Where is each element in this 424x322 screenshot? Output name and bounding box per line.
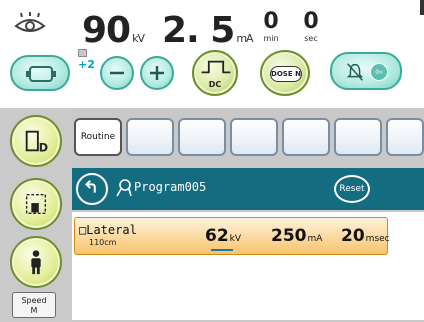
row-kv: 62kV (205, 226, 241, 246)
speed-label: Speed (21, 296, 47, 305)
step-value: +2 (78, 58, 95, 71)
min-unit: min (263, 34, 279, 43)
tab-routine[interactable]: Routine (74, 118, 122, 156)
row-ma-value: 250 (271, 226, 307, 246)
tab-empty-6[interactable] (386, 118, 424, 156)
kv-readout: 90 kV (82, 10, 145, 51)
alarm-count-label: 0» (375, 68, 383, 76)
dose-button[interactable]: DOSE N (260, 50, 310, 96)
alarm-mute-button[interactable]: 0» (330, 52, 402, 90)
row-kv-value: 62 (205, 226, 229, 246)
detector-button[interactable] (10, 55, 70, 91)
layout-button[interactable] (10, 178, 62, 230)
top-status-bar: 90 kV 2. 5 mA 0 min 0 sec +2 DC DOSE N 0… (0, 0, 424, 108)
tab-label: Routine (80, 132, 116, 142)
dose-label-pill: DOSE N (270, 66, 302, 82)
sec-value: 0 (303, 9, 319, 34)
back-button[interactable] (76, 173, 108, 205)
pulse-waveform-icon (201, 60, 231, 74)
edge-marker (420, 0, 424, 15)
reset-label: Reset (339, 184, 365, 194)
back-arrow-icon (85, 180, 96, 193)
ma-value: 2. 5 (162, 10, 235, 51)
program-name: Program005 (134, 180, 207, 194)
tab-empty-2[interactable] (178, 118, 226, 156)
row-time: 20msec (341, 226, 390, 246)
detector-d-button[interactable]: D (10, 115, 62, 167)
plus-button[interactable] (140, 56, 174, 90)
selected-field-underline (211, 249, 233, 251)
tab-empty-5[interactable] (334, 118, 382, 156)
dose-label: DOSE N (271, 70, 301, 78)
eye-icon (14, 12, 46, 32)
sec-unit: sec (304, 34, 318, 43)
program-bar: Program005 Reset (72, 168, 424, 210)
procedure-tabs: Routine (74, 118, 424, 158)
row-ma: 250mA (271, 226, 322, 246)
kv-unit: kV (132, 32, 145, 45)
alarm-off-icon (346, 63, 364, 81)
row-ma-unit: mA (307, 234, 323, 244)
plus-icon (150, 66, 164, 80)
tab-empty-4[interactable] (282, 118, 330, 156)
tab-empty-3[interactable] (230, 118, 278, 156)
row-time-value: 20 (341, 226, 365, 246)
alarm-count-badge: 0» (370, 63, 388, 81)
row-time-unit: msec (365, 234, 390, 244)
ma-readout: 2. 5 mA (162, 10, 254, 51)
exposure-list: □Lateral 110cm 62kV 250mA 20msec (72, 212, 424, 320)
dc-mode-button[interactable]: DC (192, 50, 238, 96)
exposure-row-lateral[interactable]: □Lateral 110cm 62kV 250mA 20msec (74, 217, 390, 255)
layout-icon (25, 193, 47, 215)
row-kv-unit: kV (229, 234, 242, 244)
patient-button[interactable] (10, 236, 62, 288)
detector-icon (26, 66, 56, 82)
dc-label: DC (208, 80, 222, 89)
minus-button[interactable] (100, 56, 134, 90)
detector-d-icon: D (25, 130, 48, 154)
program-user-icon (116, 179, 132, 197)
reset-button[interactable]: Reset (334, 175, 370, 203)
ma-unit: mA (236, 32, 253, 45)
speed-button[interactable]: Speed M (12, 292, 56, 318)
kv-value: 90 (82, 10, 131, 51)
svg-text:D: D (39, 141, 48, 154)
speed-value: M (30, 306, 38, 315)
exposure-name: □Lateral (79, 223, 137, 237)
tab-empty-1[interactable] (126, 118, 174, 156)
exposure-distance: 110cm (89, 238, 117, 247)
minus-icon (110, 71, 124, 75)
person-icon (31, 250, 41, 275)
step-indicator (78, 49, 87, 57)
min-value: 0 (263, 9, 279, 34)
